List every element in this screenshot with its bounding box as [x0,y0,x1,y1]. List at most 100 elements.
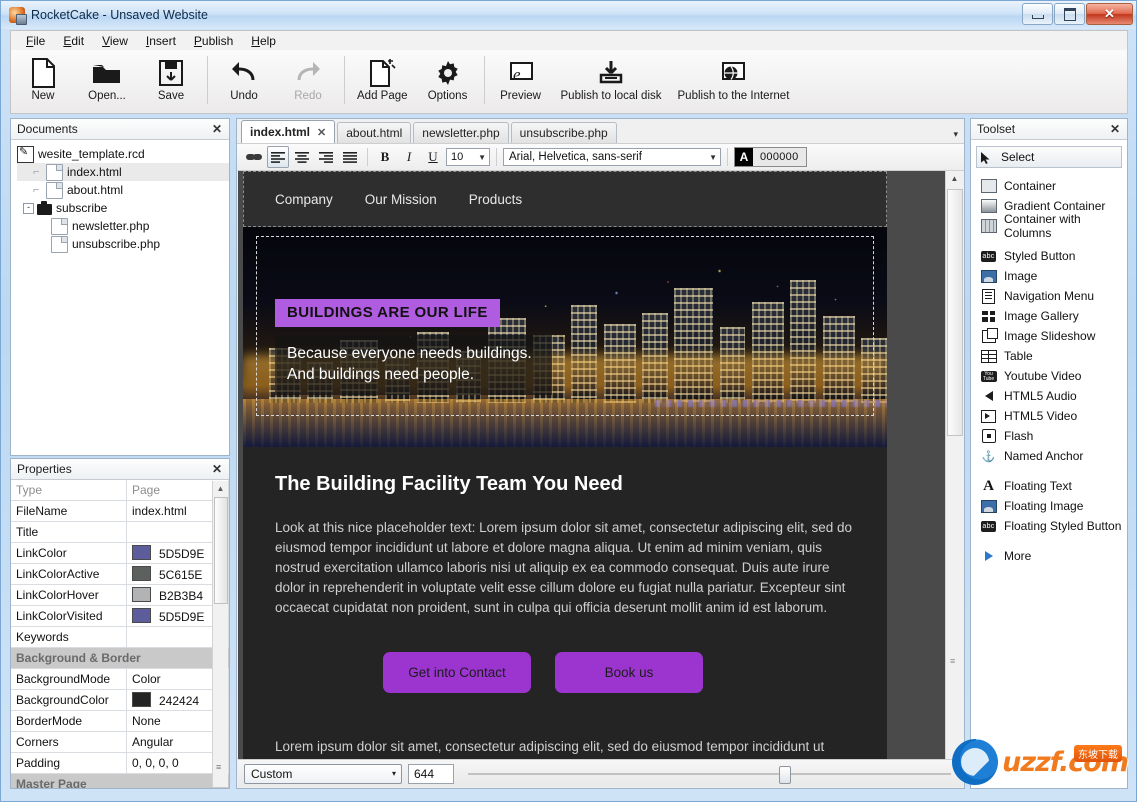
hero-image[interactable]: BUILDINGS ARE OUR LIFE Because everyone … [243,227,887,447]
properties-scrollbar[interactable]: ▲ ≡ [212,481,228,787]
collapse-expander[interactable]: - [23,202,34,214]
toolset-close-icon[interactable]: ✕ [1107,122,1123,136]
text-color-picker[interactable]: A 000000 [734,147,807,167]
table-row[interactable]: BackgroundColor 242424 [11,689,229,711]
bold-button[interactable]: B [374,146,396,168]
canvas-scrollbar[interactable]: ▲ ≡ [945,171,963,759]
table-row[interactable]: LinkColorHover B2B3B4 [11,584,229,606]
scroll-up-icon[interactable]: ▲ [213,481,228,496]
menu-insert[interactable]: Insert [137,32,185,50]
toolbar-new[interactable]: New [11,50,75,102]
tab-about-html[interactable]: about.html [337,122,412,143]
rendered-page[interactable]: Company Our Mission Products BUILDINGS A… [243,171,887,759]
page-canvas[interactable]: Company Our Mission Products BUILDINGS A… [238,171,963,759]
tab-overflow-icon[interactable]: ▾ [953,129,958,140]
nav-link-company[interactable]: Company [275,192,333,207]
underline-button[interactable]: U [422,146,444,168]
tool-youtube-video[interactable]: You Tube Youtube Video [971,366,1127,386]
toolbar-redo[interactable]: Redo [276,50,340,102]
slider-knob[interactable] [779,765,791,784]
table-row[interactable]: Corners Angular [11,731,229,753]
nav-link-products[interactable]: Products [469,192,522,207]
scroll-thumb[interactable] [214,497,228,604]
align-right-icon[interactable] [315,146,337,168]
tool-navigation-menu[interactable]: Navigation Menu [971,286,1127,306]
table-row[interactable]: LinkColor 5D5D9E [11,542,229,564]
tool-more[interactable]: More [971,546,1127,566]
menu-publish[interactable]: Publish [185,32,242,50]
toolbar-open[interactable]: Open... [75,50,139,102]
scroll-thumb[interactable] [947,189,963,436]
color-swatch[interactable] [132,692,151,707]
tool-floating-text[interactable]: A Floating Text [971,476,1127,496]
align-center-icon[interactable] [291,146,313,168]
close-button[interactable]: ✕ [1086,3,1133,25]
color-swatch[interactable] [132,566,151,581]
viewport-preset-select[interactable]: Custom ▾ [244,763,402,784]
color-swatch[interactable] [132,608,151,623]
hero-kicker-text[interactable]: BUILDINGS ARE OUR LIFE [275,299,500,327]
table-row[interactable]: BackgroundMode Color [11,668,229,690]
page-navigation-bar[interactable]: Company Our Mission Products [243,171,887,227]
tree-item-about[interactable]: ⌐ about.html [17,181,229,199]
align-justify-icon[interactable] [339,146,361,168]
tab-close-icon[interactable]: ✕ [317,126,326,139]
tool-container[interactable]: Container [971,176,1127,196]
tool-flash[interactable]: Flash [971,426,1127,446]
tab-newsletter-php[interactable]: newsletter.php [413,122,509,143]
tool-select[interactable]: Select [976,146,1122,168]
toolbar-undo[interactable]: Undo [212,50,276,102]
tab-index-html[interactable]: index.html ✕ [241,120,336,143]
table-row[interactable]: FileName index.html [11,500,229,522]
italic-button[interactable]: I [398,146,420,168]
tool-floating-image[interactable]: Floating Image [971,496,1127,516]
tool-html5-audio[interactable]: HTML5 Audio [971,386,1127,406]
toolbar-preview[interactable]: e Preview [489,50,553,102]
nav-link-our-mission[interactable]: Our Mission [365,192,437,207]
tool-image[interactable]: Image [971,266,1127,286]
tool-table[interactable]: Table [971,346,1127,366]
page-heading[interactable]: The Building Facility Team You Need [275,473,855,496]
tool-floating-styled-button[interactable]: abc Floating Styled Button [971,516,1127,536]
minimize-button[interactable] [1022,3,1053,25]
tree-root-project[interactable]: wesite_template.rcd [17,145,229,163]
book-us-button[interactable]: Book us [555,652,703,693]
page-paragraph-1[interactable]: Look at this nice placeholder text: Lore… [275,518,855,618]
page-paragraph-2[interactable]: Lorem ipsum dolor sit amet, consectetur … [275,737,855,759]
font-family-select[interactable]: Arial, Helvetica, sans-serif ▼ [503,148,721,166]
get-into-contact-button[interactable]: Get into Contact [383,652,531,693]
tree-item-subscribe[interactable]: - subscribe [17,199,229,217]
toolbar-save[interactable]: Save [139,50,203,102]
table-row[interactable]: LinkColorActive 5C615E [11,563,229,585]
color-swatch[interactable] [132,587,151,602]
maximize-button[interactable] [1054,3,1085,25]
menu-help[interactable]: Help [242,32,285,50]
color-swatch[interactable] [132,545,151,560]
viewport-width-input[interactable]: 644 [408,763,454,784]
tool-image-slideshow[interactable]: Image Slideshow [971,326,1127,346]
table-row[interactable]: LinkColorVisited 5D5D9E [11,605,229,627]
tree-item-index[interactable]: ⌐ index.html [17,163,229,181]
menu-file[interactable]: File [17,32,54,50]
toolbar-options[interactable]: Options [416,50,480,102]
font-size-select[interactable]: 10 ▼ [446,148,490,166]
table-row[interactable]: Keywords [11,626,229,648]
tree-item-newsletter[interactable]: newsletter.php [17,217,229,235]
toolbar-publish-local[interactable]: Publish to local disk [553,50,670,102]
tab-unsubscribe-php[interactable]: unsubscribe.php [510,122,617,143]
tool-image-gallery[interactable]: Image Gallery [971,306,1127,326]
toolbar-add-page[interactable]: Add Page [349,50,416,102]
hero-subtitle[interactable]: Because everyone needs buildings. And bu… [275,335,552,395]
tool-styled-button[interactable]: abc Styled Button [971,246,1127,266]
tool-container-columns[interactable]: Container with Columns [971,212,1127,240]
table-row[interactable]: Title [11,521,229,543]
tool-html5-video[interactable]: HTML5 Video [971,406,1127,426]
viewport-width-slider[interactable] [468,764,957,784]
tree-item-unsubscribe[interactable]: unsubscribe.php [17,235,229,253]
tool-named-anchor[interactable]: ⚓ Named Anchor [971,446,1127,466]
menu-view[interactable]: View [93,32,137,50]
scroll-up-icon[interactable]: ▲ [946,171,963,187]
documents-close-icon[interactable]: ✕ [209,122,225,136]
align-left-icon[interactable] [267,146,289,168]
toolbar-publish-internet[interactable]: Publish to the Internet [670,50,798,102]
